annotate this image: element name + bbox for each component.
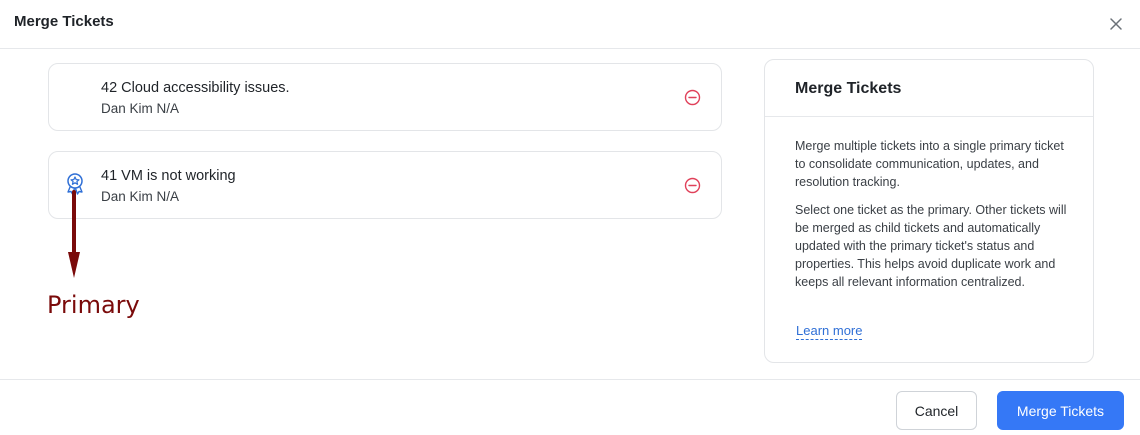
modal-header: Merge Tickets <box>0 0 1140 49</box>
info-panel-header: Merge Tickets <box>765 60 1093 117</box>
ticket-card-primary[interactable]: 41 VM is not working Dan Kim N/A <box>48 151 722 219</box>
ticket-subtitle: Dan Kim N/A <box>101 101 180 116</box>
minus-circle-icon[interactable] <box>684 89 701 106</box>
learn-more-link[interactable]: Learn more <box>796 323 863 340</box>
cancel-button[interactable]: Cancel <box>896 391 977 430</box>
modal-title: Merge Tickets <box>14 13 114 30</box>
minus-circle-icon[interactable] <box>684 177 701 194</box>
merge-tickets-button[interactable]: Merge Tickets <box>997 391 1124 430</box>
info-panel: Merge Tickets Merge multiple tickets int… <box>764 59 1094 363</box>
ticket-card[interactable]: 42 Cloud accessibility issues. Dan Kim N… <box>48 63 722 131</box>
modal-footer: Cancel Merge Tickets <box>0 379 1140 435</box>
ticket-title: 42 Cloud accessibility issues. <box>101 80 290 96</box>
info-paragraph: Merge multiple tickets into a single pri… <box>795 139 1064 189</box>
ticket-title: 41 VM is not working <box>101 168 236 184</box>
ticket-subtitle: Dan Kim N/A <box>101 189 180 204</box>
annotation-label: Primary <box>47 291 140 319</box>
info-paragraph: Select one ticket as the primary. Other … <box>795 203 1067 289</box>
annotation-arrow-icon <box>62 190 86 282</box>
info-panel-title: Merge Tickets <box>795 80 902 97</box>
close-icon[interactable] <box>1107 15 1125 33</box>
